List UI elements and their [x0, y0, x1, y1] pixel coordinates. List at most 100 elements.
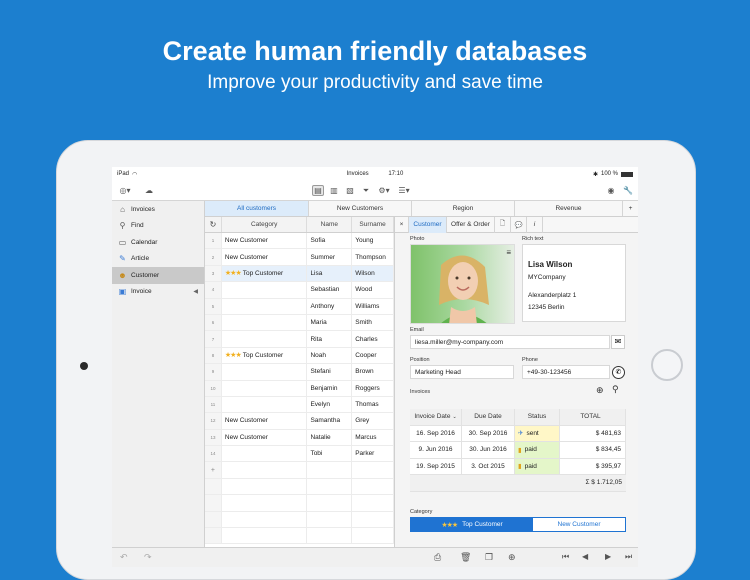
collapse-arrow-icon[interactable]: ◀ [193, 288, 198, 295]
cell-name[interactable]: Natalie [307, 429, 353, 446]
last-record-icon[interactable]: ⏭ [625, 552, 632, 562]
cloud-icon[interactable]: ☁ [140, 185, 158, 196]
tab-new-customers[interactable]: New Customers [309, 201, 412, 216]
table-row[interactable]: 7 Rita Charles [205, 331, 394, 348]
previous-record-icon[interactable]: ◀ [582, 552, 588, 561]
table-row[interactable]: 12 New Customer Samantha Grey [205, 413, 394, 430]
cell-category[interactable]: New Customer [222, 249, 308, 265]
email-field[interactable]: liesa.miller@my-company.com [410, 335, 610, 349]
invoice-row[interactable]: 9. Jun 2016 30. Jun 2016 ▮ paid $ 834,45 [410, 442, 626, 459]
cell-name[interactable]: Summer [307, 249, 353, 265]
sidebar-item-article[interactable]: ✎ Article [112, 251, 204, 268]
mail-icon[interactable]: ✉ [611, 335, 625, 349]
chart-view-icon[interactable]: ▥ [328, 185, 340, 196]
table-row[interactable]: 6 Maria Smith [205, 314, 394, 332]
cell-surname[interactable]: Smith [352, 314, 394, 331]
cell-name[interactable]: Sebastian [307, 282, 353, 298]
cell-name[interactable]: Noah [307, 347, 353, 364]
rich-text-box[interactable]: Lisa Wilson MYCompany Alexanderplatz 1 1… [522, 244, 626, 322]
undo-icon[interactable]: ↶ [120, 552, 128, 563]
add-invoice-icon[interactable]: ⊕ [596, 385, 604, 396]
filter-icon[interactable]: ⏷ [360, 185, 372, 196]
next-record-icon[interactable]: ▶ [605, 552, 611, 561]
cell-category[interactable] [222, 282, 308, 298]
cell-surname[interactable]: Wood [352, 282, 394, 298]
position-field[interactable]: Marketing Head [410, 365, 514, 379]
add-row[interactable]: + [205, 462, 394, 479]
invoice-row[interactable]: 19. Sep 2015 3. Oct 2015 ▮ paid $ 395,97 [410, 458, 626, 475]
layout-icon[interactable]: ☰▾ [396, 185, 412, 196]
add-tab-button[interactable]: + [623, 201, 638, 216]
cell-surname[interactable]: Wilson [352, 265, 394, 282]
cell-name[interactable]: Benjamin [307, 380, 353, 396]
sidebar-item-find[interactable]: ⚲ Find [112, 218, 204, 235]
cell-category[interactable] [222, 314, 308, 331]
duplicate-icon[interactable]: ❐ [485, 552, 493, 563]
table-row[interactable]: 11 Evelyn Thomas [205, 396, 394, 414]
table-row[interactable]: 4 Sebastian Wood [205, 282, 394, 299]
tab-customer[interactable]: Customer [409, 216, 447, 233]
phone-icon[interactable]: ✆ [612, 366, 625, 379]
table-row[interactable]: 2 New Customer Summer Thompson [205, 249, 394, 266]
cell-category[interactable]: ★★★ Top Customer [222, 347, 308, 364]
cell-surname[interactable]: Charles [352, 331, 394, 347]
cell-category[interactable] [222, 364, 308, 380]
due-date-header[interactable]: Due Date [462, 409, 515, 425]
cell-surname[interactable]: Thompson [352, 249, 394, 265]
refresh-icon[interactable]: ↻ [205, 217, 222, 232]
add-record-icon[interactable]: ⊕ [508, 552, 516, 563]
tab-revenue[interactable]: Revenue [515, 201, 623, 216]
tab-all-customers[interactable]: All customers [205, 201, 309, 216]
close-detail-button[interactable]: × [395, 216, 409, 233]
total-header[interactable]: TOTAL [560, 409, 626, 425]
user-icon[interactable]: ◉ [605, 185, 617, 196]
category-new-customer[interactable]: New Customer [533, 518, 625, 531]
cell-name[interactable]: Tobi [307, 446, 353, 462]
add-row-button[interactable]: + [205, 462, 222, 478]
redo-icon[interactable]: ↷ [144, 552, 152, 563]
cell-name[interactable]: Anthony [307, 298, 353, 314]
cell-category[interactable] [222, 380, 308, 396]
document-icon[interactable]: 🗋 [495, 216, 511, 233]
tab-region[interactable]: Region [412, 201, 515, 216]
cell-name[interactable]: Sofia [307, 233, 353, 249]
photo-menu-icon[interactable]: ≡ [506, 248, 511, 257]
phone-field[interactable]: +49-30-123456 [522, 365, 610, 379]
customer-photo[interactable]: ≡ [410, 244, 515, 324]
table-row[interactable]: 3 ★★★ Top Customer Lisa Wilson [205, 265, 394, 283]
cell-surname[interactable]: Young [352, 233, 394, 249]
column-header-surname[interactable]: Surname [352, 217, 394, 232]
cell-surname[interactable]: Roggers [352, 380, 394, 396]
home-button[interactable] [651, 349, 683, 381]
table-row[interactable]: 10 Benjamin Roggers [205, 380, 394, 397]
cell-category[interactable] [222, 446, 308, 462]
sidebar-item-calendar[interactable]: ▭ Calendar [112, 234, 204, 251]
search-invoice-icon[interactable]: ⚲ [612, 384, 619, 395]
tab-offer-order[interactable]: Offer & Order [447, 216, 495, 233]
table-view-icon[interactable]: ▤ [312, 185, 324, 196]
table-row[interactable]: 13 New Customer Natalie Marcus [205, 429, 394, 447]
invoice-date-header[interactable]: Invoice Date ⌄ [410, 409, 462, 425]
column-header-name[interactable]: Name [307, 217, 353, 232]
category-top-customer[interactable]: ★★★ Top Customer [411, 518, 533, 531]
info-icon[interactable]: i [527, 216, 543, 233]
sidebar-item-invoice[interactable]: ▣ Invoice ◀ [112, 284, 204, 301]
cell-surname[interactable]: Brown [352, 364, 394, 380]
print-icon[interactable]: ⎙ [434, 552, 441, 563]
cell-category[interactable]: ★★★ Top Customer [222, 265, 308, 282]
cell-name[interactable]: Lisa [307, 265, 353, 282]
cell-name[interactable]: Rita [307, 331, 353, 347]
cell-surname[interactable]: Marcus [352, 429, 394, 446]
cell-surname[interactable]: Grey [352, 413, 394, 429]
cell-surname[interactable]: Thomas [352, 396, 394, 413]
trash-icon[interactable]: 🗑 [460, 552, 471, 563]
cell-surname[interactable]: Williams [352, 298, 394, 314]
table-row[interactable]: 1 New Customer Sofia Young [205, 233, 394, 250]
column-header-category[interactable]: Category [222, 217, 308, 232]
table-row[interactable]: 9 Stefani Brown [205, 364, 394, 381]
cell-category[interactable]: New Customer [222, 429, 308, 446]
comment-icon[interactable]: 💬 [511, 216, 527, 233]
invoice-row[interactable]: 16. Sep 2016 30. Sep 2016 ✈ sent $ 481,63 [410, 425, 626, 442]
table-row[interactable]: 8 ★★★ Top Customer Noah Cooper [205, 347, 394, 365]
cell-name[interactable]: Stefani [307, 364, 353, 380]
